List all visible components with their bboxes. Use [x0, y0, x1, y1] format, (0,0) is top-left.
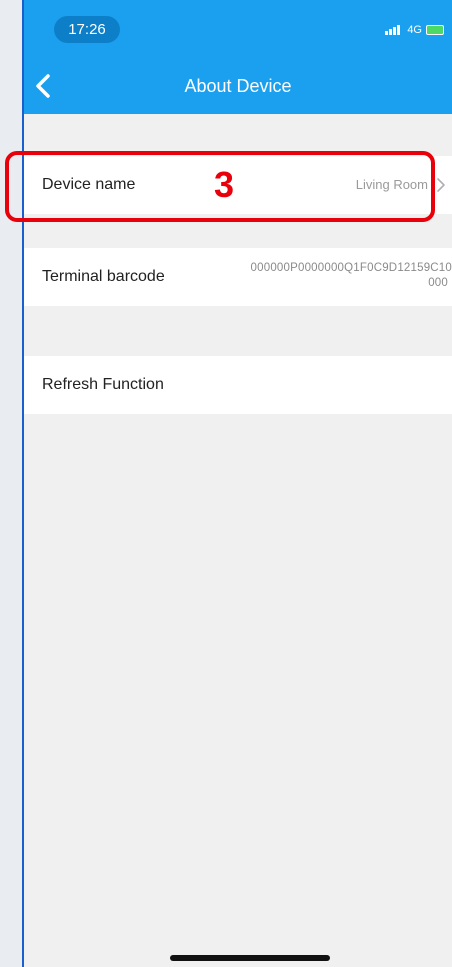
page-title: About Device: [184, 76, 292, 96]
terminal-barcode-line1: 000000P0000000Q1F0C9D12159C10: [250, 262, 452, 274]
device-name-value: Living Room: [355, 177, 428, 192]
terminal-barcode-value: 000000P0000000Q1F0C9D12159C10 000: [220, 261, 452, 291]
chevron-right-icon: [437, 178, 445, 192]
terminal-barcode-row: Terminal barcode 000000P0000000Q1F0C9D12…: [24, 248, 452, 306]
refresh-function-label: Refresh Function: [42, 376, 164, 393]
battery-icon: [426, 25, 444, 35]
back-button[interactable]: [30, 70, 60, 102]
device-name-row[interactable]: Device name Living Room: [24, 156, 452, 214]
terminal-barcode-label: Terminal barcode: [42, 268, 165, 285]
status-time: 17:26: [54, 16, 120, 43]
signal-icon: [385, 25, 403, 35]
home-indicator: [170, 955, 330, 961]
status-bar: 17:26 4G: [24, 0, 452, 58]
navigation-bar: About Device: [24, 58, 452, 114]
phone-screen: 17:26 4G About Device Device name Living…: [22, 0, 452, 967]
page-margin: [0, 0, 22, 967]
network-type: 4G: [407, 24, 422, 36]
terminal-barcode-line2: 000: [428, 277, 448, 289]
device-name-label: Device name: [42, 176, 136, 193]
status-indicators: 4G: [385, 24, 444, 36]
refresh-function-row[interactable]: Refresh Function: [24, 356, 452, 414]
chevron-left-icon: [36, 74, 50, 98]
